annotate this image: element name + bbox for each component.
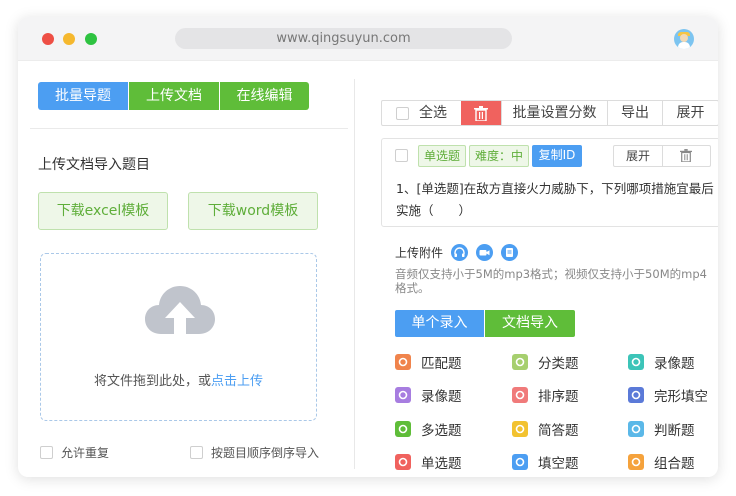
- checkbox-box[interactable]: [190, 446, 203, 459]
- section-title: 上传文档导入题目: [38, 157, 150, 173]
- single-choice-icon: [395, 454, 411, 470]
- multi-choice-icon: [395, 421, 411, 437]
- maximize-window-button[interactable]: [85, 33, 97, 45]
- minimize-window-button[interactable]: [63, 33, 75, 45]
- mic-icon: [395, 387, 411, 403]
- expand-all-button[interactable]: 展开: [662, 101, 718, 125]
- question-type-label: 匹配题: [421, 356, 462, 372]
- copy-id-button[interactable]: 复制ID: [532, 145, 582, 167]
- dropzone-text: 将文件拖到此处，或点击上传: [93, 374, 264, 389]
- tab-online-edit[interactable]: 在线编辑: [219, 82, 309, 110]
- video-icon: [628, 354, 644, 370]
- delete-question-button[interactable]: [662, 146, 710, 166]
- trash-icon: [680, 149, 692, 162]
- question-type-label: 排序题: [538, 389, 579, 405]
- question-type-label: 分类题: [538, 356, 579, 372]
- close-window-button[interactable]: [42, 33, 54, 45]
- checkbox-box[interactable]: [396, 107, 409, 120]
- question-card: 单选题 难度：中 复制ID 展开 1、[单选题]在敌方直接火力威胁下，下列哪项措…: [381, 138, 718, 227]
- batch-set-score-button[interactable]: 批量设置分数: [501, 101, 607, 125]
- combo-icon: [628, 454, 644, 470]
- allow-duplicate-checkbox[interactable]: 允许重复: [40, 444, 109, 461]
- difficulty-tag: 难度：中: [469, 145, 529, 167]
- checkbox-box[interactable]: [40, 446, 53, 459]
- question-type-label: 填空题: [538, 456, 579, 472]
- question-type-label: 单选题: [421, 456, 462, 472]
- question-type-label: 判断题: [654, 423, 695, 439]
- question-type-10[interactable]: 单选题: [395, 452, 462, 472]
- avatar[interactable]: [674, 29, 694, 49]
- tab-single-entry[interactable]: 单个录入: [395, 310, 484, 337]
- tab-upload-document[interactable]: 上传文档: [128, 82, 219, 110]
- question-type-1[interactable]: 匹配题: [395, 352, 462, 372]
- upload-dropzone[interactable]: 将文件拖到此处，或点击上传: [40, 253, 317, 421]
- browser-window: www.qingsuyun.com 批量导题 上传文档 在线编辑 上传文档导入题…: [18, 17, 718, 477]
- question-type-label: 简答题: [538, 423, 579, 439]
- reverse-order-import-checkbox[interactable]: 按题目顺序倒序导入: [190, 444, 319, 461]
- question-type-label: 完形填空: [654, 389, 708, 405]
- sort-icon: [512, 387, 528, 403]
- question-checkbox[interactable]: [395, 149, 408, 162]
- attachment-upload: 上传附件: [395, 244, 519, 261]
- download-excel-template-button[interactable]: 下载excel模板: [38, 192, 168, 230]
- fill-blank-icon: [512, 454, 528, 470]
- file-icon[interactable]: [501, 244, 519, 261]
- question-type-3[interactable]: 录像题: [628, 352, 695, 372]
- question-type-11[interactable]: 填空题: [512, 452, 579, 472]
- select-all-checkbox[interactable]: 全选: [382, 101, 461, 125]
- classify-icon: [512, 354, 528, 370]
- click-upload-link[interactable]: 点击上传: [211, 374, 263, 389]
- question-type-12[interactable]: 组合题: [628, 452, 695, 472]
- question-toolbar: 全选 批量设置分数 导出 展开: [381, 100, 718, 126]
- question-text: 1、[单选题]在敌方直接火力威胁下，下列哪项措施宜最后实施（ ）: [396, 181, 714, 218]
- match-icon: [395, 354, 411, 370]
- cloud-upload-icon: [145, 286, 215, 336]
- expand-question-button[interactable]: 展开: [614, 146, 662, 166]
- question-actions: 展开: [613, 145, 711, 167]
- right-panel: 全选 批量设置分数 导出 展开 单选题 难度：中 复制ID 展开 1、[单选题]…: [355, 62, 718, 477]
- question-type-label: 组合题: [654, 456, 695, 472]
- title-bar: www.qingsuyun.com: [18, 17, 718, 61]
- entry-mode-tabs: 单个录入 文档导入: [395, 310, 575, 337]
- trash-icon: [474, 106, 488, 121]
- question-type-9[interactable]: 判断题: [628, 419, 695, 439]
- question-type-5[interactable]: 排序题: [512, 385, 579, 405]
- question-type-label: 录像题: [654, 356, 695, 372]
- checkbox-label: 按题目顺序倒序导入: [211, 446, 320, 460]
- question-type-2[interactable]: 分类题: [512, 352, 579, 372]
- attachment-label: 上传附件: [395, 246, 444, 260]
- question-type-tag: 单选题: [418, 145, 466, 167]
- question-type-7[interactable]: 多选题: [395, 419, 462, 439]
- question-type-label: 录像题: [421, 389, 462, 405]
- headphones-icon[interactable]: [451, 244, 469, 261]
- judge-icon: [628, 421, 644, 437]
- export-button[interactable]: 导出: [607, 101, 662, 125]
- question-type-label: 多选题: [421, 423, 462, 439]
- divider: [30, 128, 348, 129]
- address-bar[interactable]: www.qingsuyun.com: [175, 28, 512, 49]
- question-type-8[interactable]: 简答题: [512, 419, 579, 439]
- tab-document-import[interactable]: 文档导入: [484, 310, 575, 337]
- question-type-4[interactable]: 录像题: [395, 385, 462, 405]
- attachment-hint: 音频仅支持小于5M的mp3格式；视频仅支持小于50M的mp4格式。: [395, 267, 707, 295]
- import-mode-tabs: 批量导题 上传文档 在线编辑: [38, 82, 309, 110]
- download-word-template-button[interactable]: 下载word模板: [188, 192, 318, 230]
- delete-selected-button[interactable]: [461, 101, 501, 125]
- left-panel: 批量导题 上传文档 在线编辑 上传文档导入题目 下载excel模板 下载word…: [18, 62, 354, 477]
- checkbox-label: 允许重复: [61, 446, 110, 460]
- short-answer-icon: [512, 421, 528, 437]
- question-type-6[interactable]: 完形填空: [628, 385, 708, 405]
- video-camera-icon[interactable]: [476, 244, 494, 261]
- tab-batch-import[interactable]: 批量导题: [38, 82, 128, 110]
- cloze-icon: [628, 387, 644, 403]
